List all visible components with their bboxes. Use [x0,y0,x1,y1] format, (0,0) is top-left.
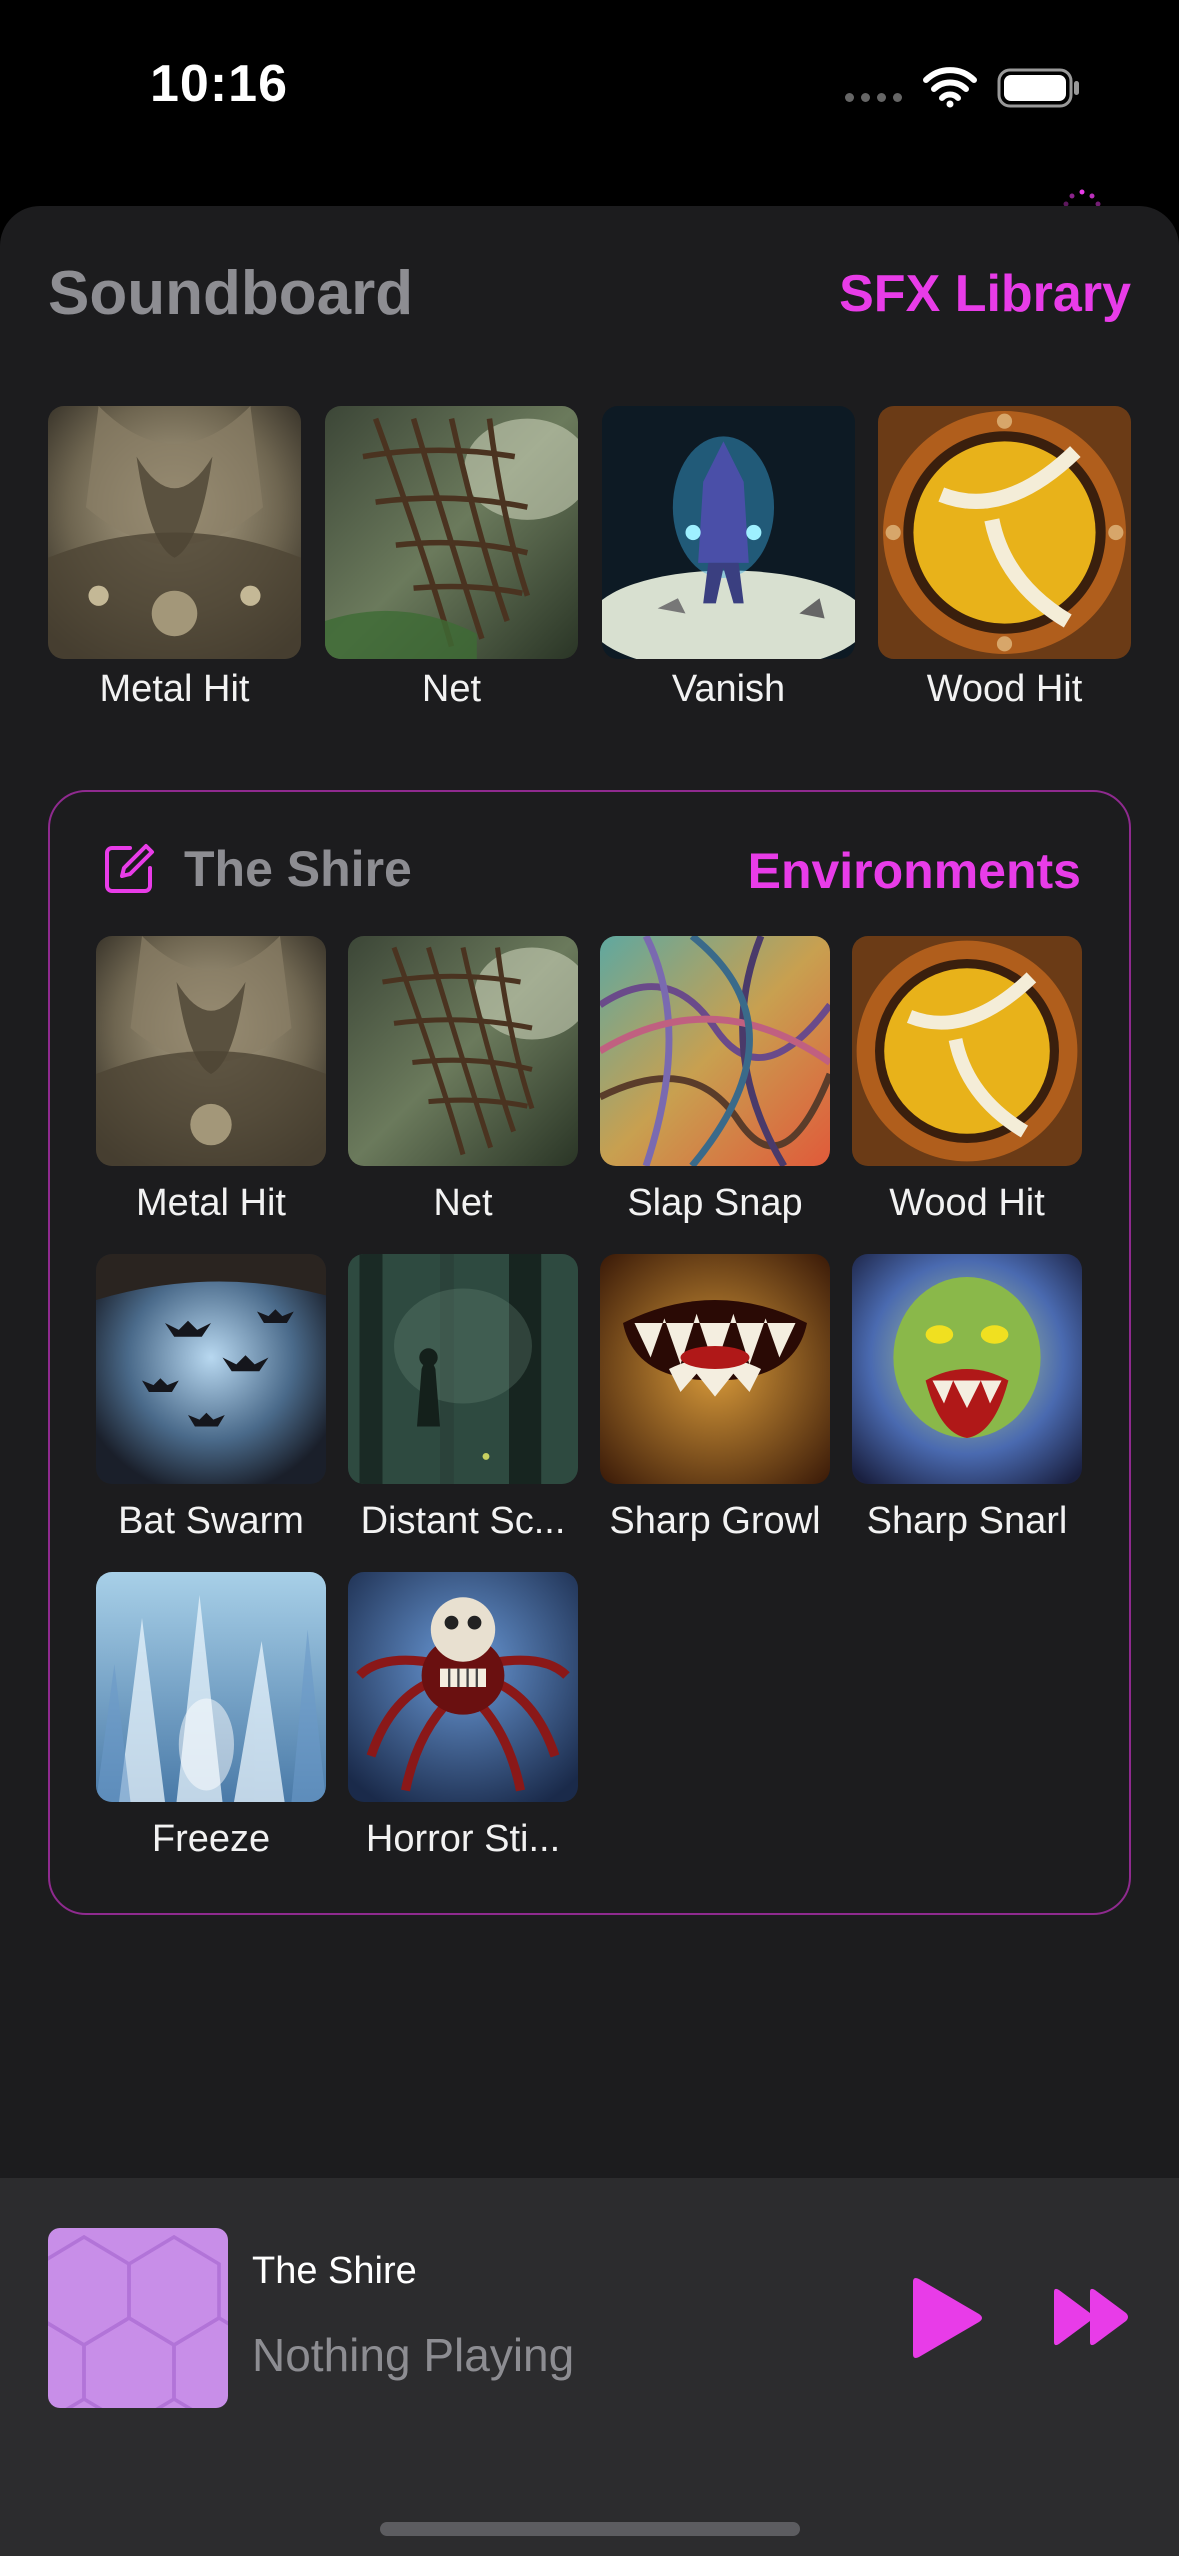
edit-icon[interactable] [102,842,156,896]
status-bar: 10:16 [0,0,1179,207]
sound-tile-vanish[interactable]: Vanish [602,406,855,736]
wifi-icon [923,67,977,108]
group-title: The Shire [184,841,412,897]
now-playing-artwork [48,2228,228,2408]
armor-artwork [96,936,326,1166]
sound-tile-sharp-growl[interactable]: Sharp Growl [600,1254,830,1554]
net-artwork [348,936,578,1166]
sound-tile-net[interactable]: Net [348,936,578,1236]
sound-tile-wood-hit[interactable]: Wood Hit [878,406,1131,736]
tangle-artwork [600,936,830,1166]
skull-artwork [348,1572,578,1802]
shield-artwork [852,936,1082,1166]
sound-tile-metal-hit[interactable]: Metal Hit [48,406,301,736]
now-playing-bar[interactable]: The Shire Nothing Playing [0,2178,1179,2556]
armor-artwork [48,406,301,659]
sound-label: Vanish [671,668,786,710]
sound-label: Bat Swarm [118,1500,304,1542]
now-playing-title: The Shire [252,2250,417,2292]
wizard-artwork [602,406,855,659]
sound-group-the-shire: The Shire Environments Metal Hit Net Sla… [48,790,1131,1915]
net-artwork [325,406,578,659]
play-button[interactable] [905,2276,985,2360]
status-time: 10:16 [150,55,288,113]
sound-tile-freeze[interactable]: Freeze [96,1572,326,1872]
battery-icon [997,68,1079,108]
sound-label: Metal Hit [99,668,250,710]
forest-artwork [348,1254,578,1484]
sound-label: Net [421,668,482,710]
sound-tile-slap-snap[interactable]: Slap Snap [600,936,830,1236]
sound-tile-sharp-snarl[interactable]: Sharp Snarl [852,1254,1082,1554]
monster-artwork [852,1254,1082,1484]
sound-label: Sharp Growl [609,1500,821,1542]
cellular-signal-icon [845,93,902,102]
sound-label: Wood Hit [926,668,1083,710]
sound-label: Freeze [151,1818,271,1860]
now-playing-status: Nothing Playing [252,2329,575,2381]
shield-artwork [878,406,1131,659]
sound-tile-bat-swarm[interactable]: Bat Swarm [96,1254,326,1554]
sound-label: Sharp Snarl [866,1500,1068,1542]
bats-artwork [96,1254,326,1484]
sound-tile-distant-scream[interactable]: Distant Sc... [348,1254,578,1554]
sound-label: Distant Sc... [360,1500,566,1542]
sound-label: Wood Hit [889,1182,1045,1224]
sound-label: Net [433,1182,493,1224]
sound-label: Slap Snap [627,1182,803,1224]
sfx-library-link[interactable]: SFX Library [839,264,1131,324]
sound-tile-horror-sting[interactable]: Horror Sti... [348,1572,578,1872]
environments-link[interactable]: Environments [748,842,1081,900]
home-indicator [380,2522,800,2536]
page-title: Soundboard [48,259,414,328]
sound-label: Horror Sti... [365,1818,561,1860]
sound-tile-metal-hit[interactable]: Metal Hit [96,936,326,1236]
fangs-artwork [600,1254,830,1484]
sound-tile-net[interactable]: Net [325,406,578,736]
fast-forward-button[interactable] [1052,2286,1132,2348]
ice-artwork [96,1572,326,1802]
sound-tile-wood-hit[interactable]: Wood Hit [852,936,1082,1236]
sound-label: Metal Hit [136,1182,286,1224]
